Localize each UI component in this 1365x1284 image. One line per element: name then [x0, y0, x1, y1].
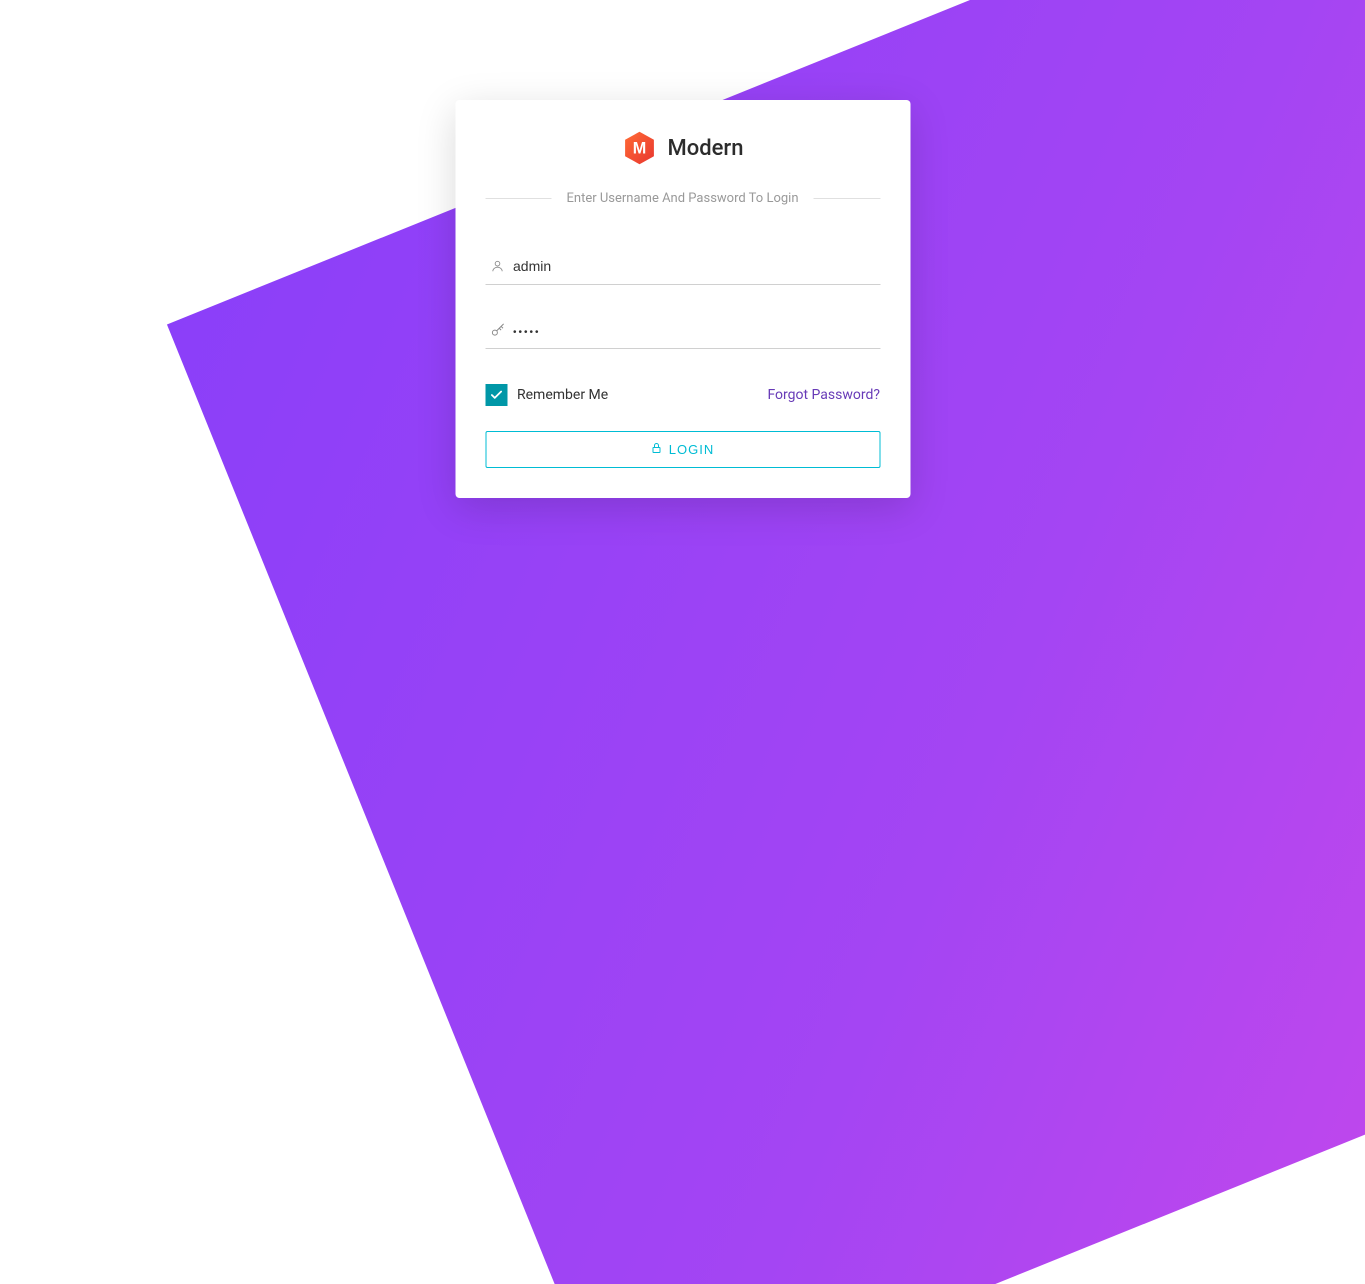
username-field-group — [485, 256, 880, 285]
forgot-password-link[interactable]: Forgot Password? — [767, 387, 880, 403]
brand-name: Modern — [668, 136, 744, 161]
password-input[interactable] — [485, 325, 880, 340]
checkbox-box — [485, 384, 507, 406]
logo-icon: M — [622, 130, 658, 166]
subtitle-section: Enter Username And Password To Login — [485, 191, 880, 206]
subtitle-text: Enter Username And Password To Login — [567, 191, 799, 206]
user-icon — [490, 258, 504, 277]
divider-line — [485, 198, 552, 199]
svg-text:M: M — [633, 139, 646, 157]
username-input[interactable] — [485, 256, 880, 276]
divider-line — [814, 198, 881, 199]
options-row: Remember Me Forgot Password? — [485, 384, 880, 406]
login-button[interactable]: LOGIN — [485, 431, 880, 468]
password-field-group — [485, 320, 880, 349]
remember-me-checkbox[interactable]: Remember Me — [485, 384, 608, 406]
login-card: M Modern Enter Username And Password To … — [455, 100, 910, 498]
key-icon — [490, 322, 505, 341]
logo-section: M Modern — [485, 130, 880, 166]
lock-icon — [651, 442, 663, 457]
remember-me-label: Remember Me — [517, 387, 608, 403]
login-button-label: LOGIN — [669, 442, 714, 457]
